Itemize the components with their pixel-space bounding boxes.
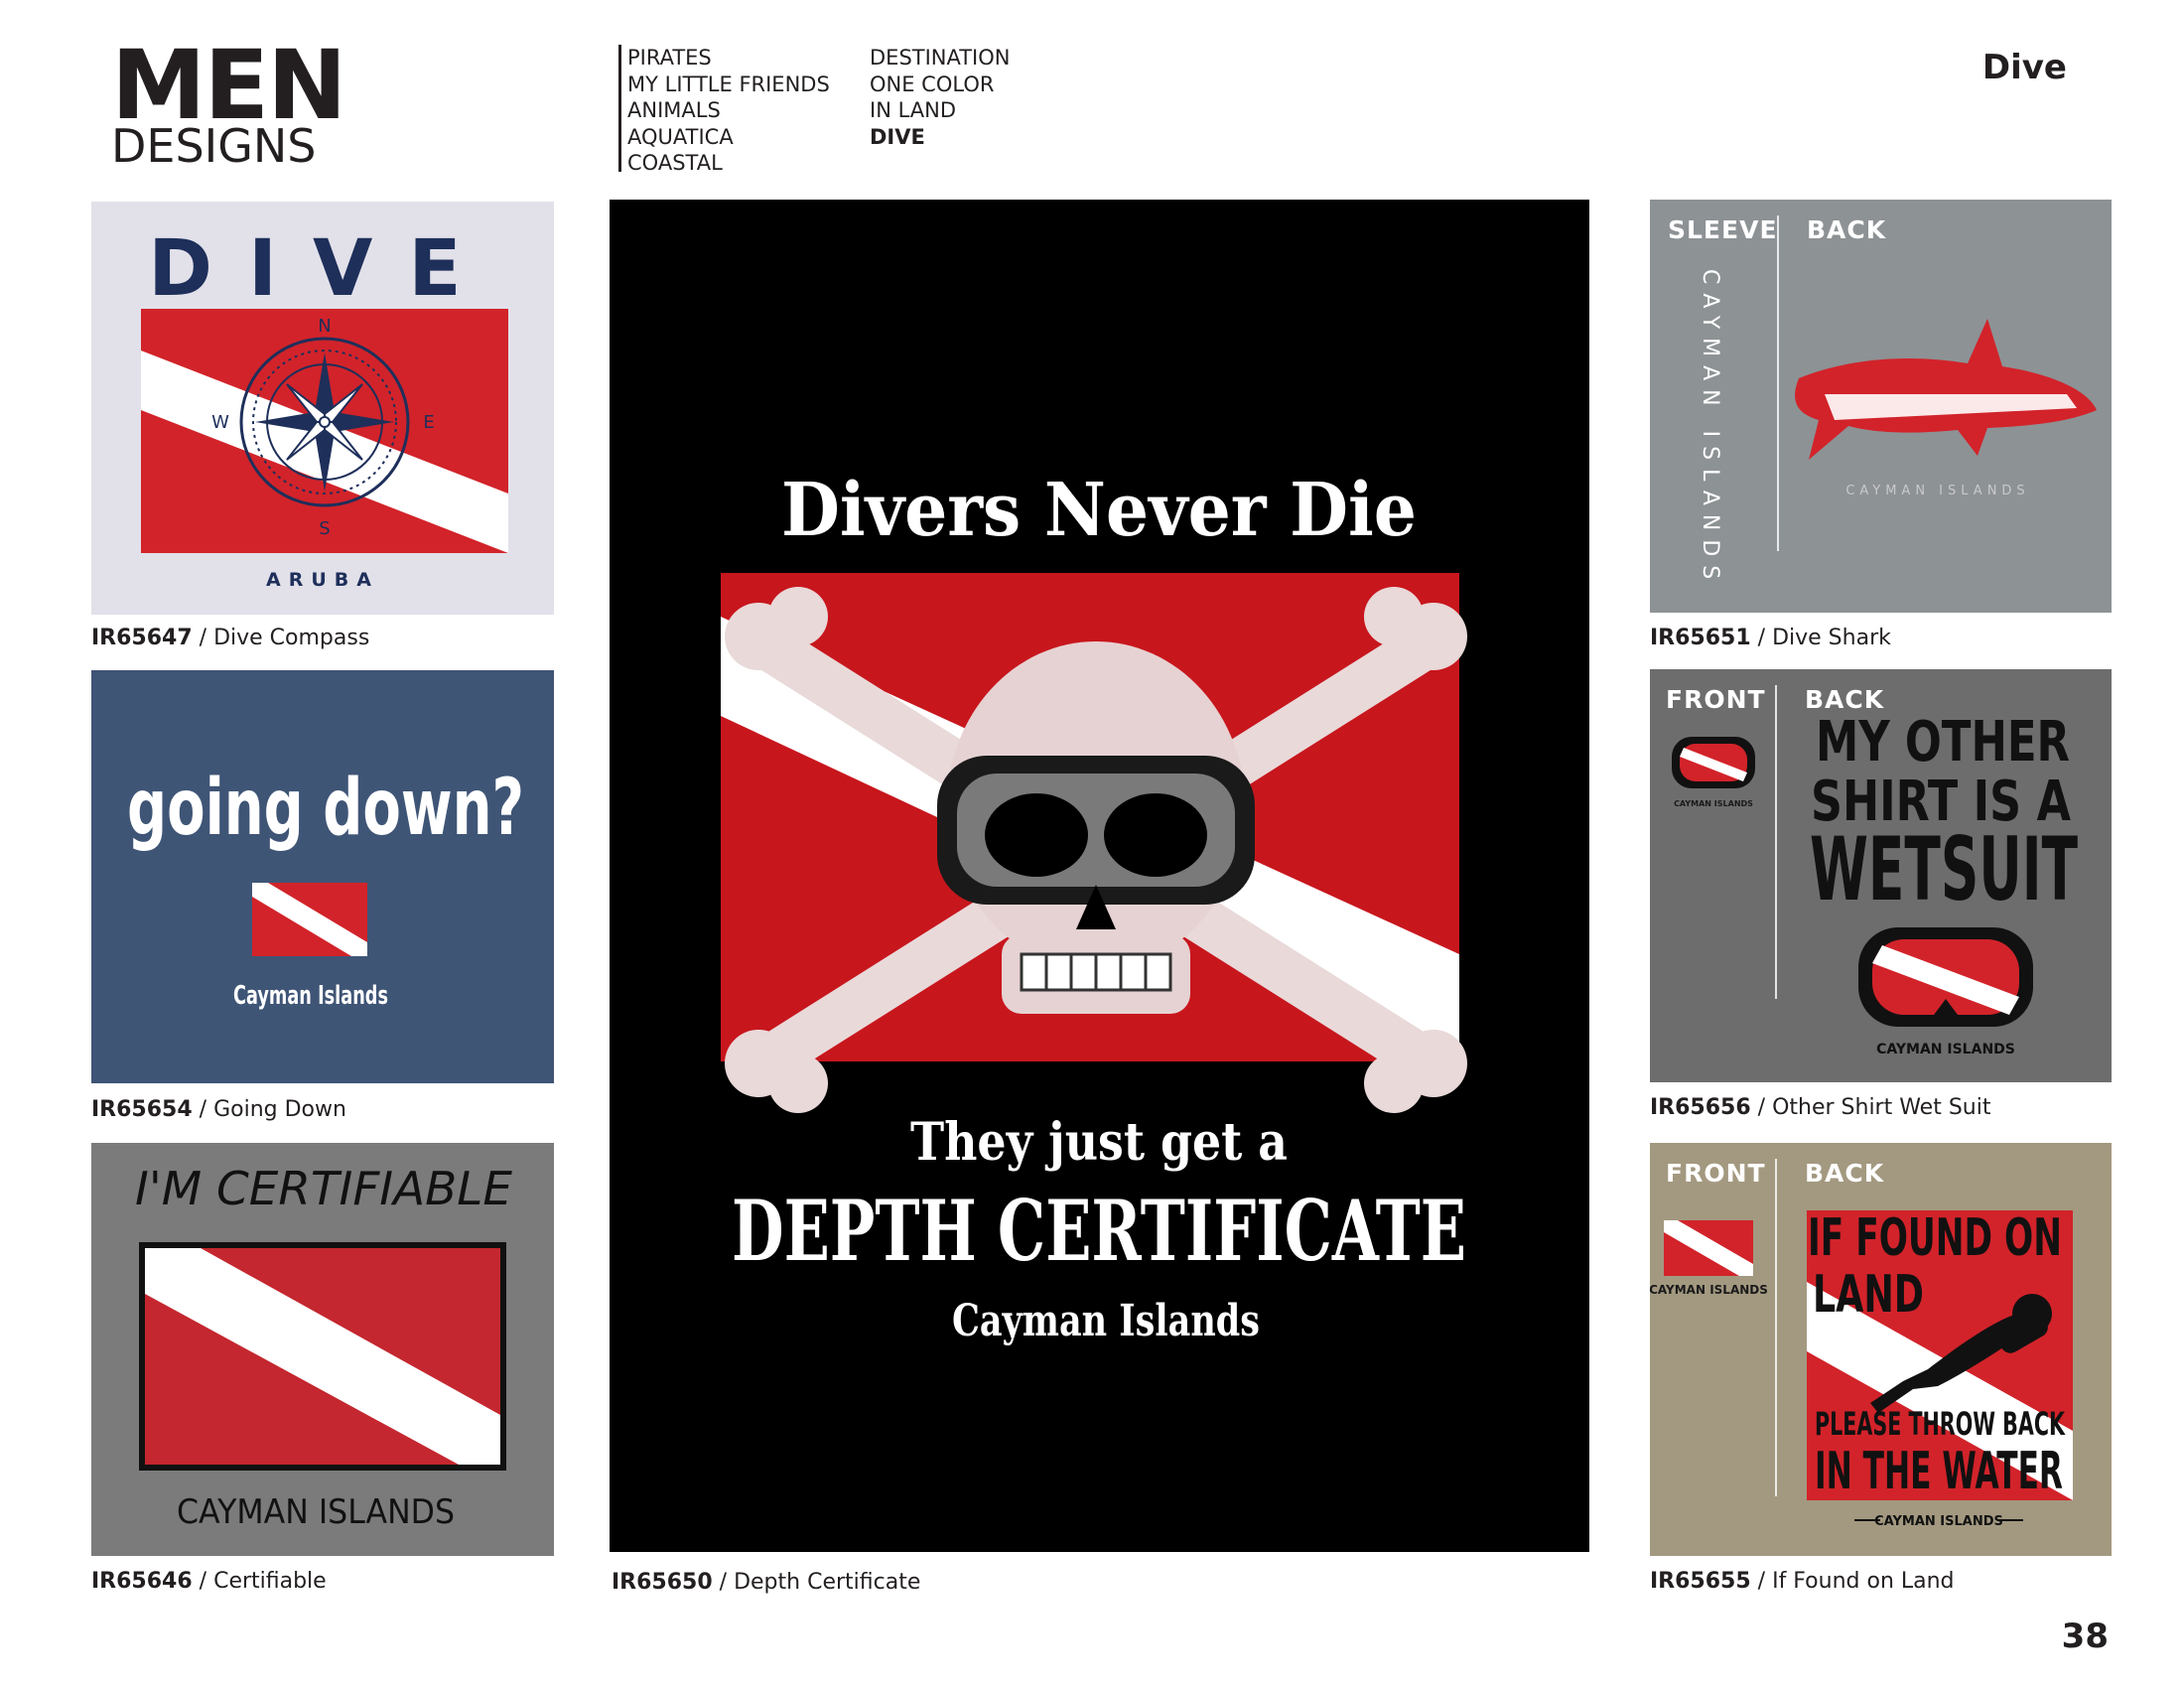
dive-compass-artwork: DIVE N S E W ARUBA — [141, 224, 508, 591]
compass-letter-e: E — [423, 412, 434, 433]
design-name: Dive Shark — [1772, 626, 1891, 650]
category-nav-column-2: DESTINATION ONE COLOR IN LAND DIVE — [870, 45, 1011, 150]
design-tile-certifiable[interactable]: I'M CERTIFIABLE CAYMAN ISLANDS — [91, 1143, 554, 1556]
design-name: If Found on Land — [1772, 1569, 1955, 1594]
nav-item-dive[interactable]: DIVE — [870, 124, 1011, 151]
design-tile-dive-shark[interactable]: SLEEVE BACK CAYMAN ISLANDS CAYMAN ISLAND… — [1650, 200, 2112, 613]
brand-subtitle: DESIGNS — [111, 119, 317, 173]
going-down-headline: going down? — [127, 764, 524, 853]
wetsuit-line1: MY OTHER — [1816, 710, 2070, 774]
depth-certificate-artwork: Divers Never Die They just get a DEPTH C… — [721, 468, 1467, 1346]
certifiable-location: CAYMAN ISLANDS — [177, 1492, 455, 1532]
depth-line2: They just get a — [910, 1112, 1288, 1173]
depth-line1: Divers Never Die — [781, 468, 1417, 553]
nav-item-animals[interactable]: ANIMALS — [627, 97, 830, 124]
nav-item-in-land[interactable]: IN LAND — [870, 97, 1011, 124]
wetsuit-line3: WETSUIT — [1810, 818, 2078, 920]
caption-going-down: IR65654 / Going Down — [91, 1097, 346, 1122]
front-text: CAYMAN ISLANDS — [1650, 1283, 1768, 1297]
design-code: IR65650 — [612, 1570, 713, 1595]
compass-letter-w: W — [211, 412, 229, 433]
compass-letter-n: N — [318, 316, 331, 337]
if-found-artwork: CAYMAN ISLANDS IF FOUND ON LAND PLEASE T… — [1650, 1208, 2073, 1529]
design-code: IR65646 — [91, 1569, 193, 1594]
nav-item-destination[interactable]: DESTINATION — [870, 45, 1011, 71]
caption-other-shirt-wet-suit: IR65656 / Other Shirt Wet Suit — [1650, 1095, 1991, 1120]
category-nav-column-1: PIRATES MY LITTLE FRIENDS ANIMALS AQUATI… — [618, 45, 830, 175]
depth-location: Cayman Islands — [952, 1296, 1260, 1346]
nav-item-aquatica[interactable]: AQUATICA — [627, 124, 830, 151]
compass-rose-icon — [239, 337, 410, 507]
design-code: IR65651 — [1650, 626, 1751, 650]
front-text: CAYMAN ISLANDS — [1674, 799, 1753, 808]
design-name: Certifiable — [213, 1569, 327, 1594]
dive-headline: DIVE — [148, 224, 496, 314]
wetsuit-artwork: CAYMAN ISLANDS MY OTHER SHIRT IS A WETSU… — [1672, 710, 2078, 1057]
design-name: Other Shirt Wet Suit — [1772, 1095, 1991, 1120]
found-line2: LAND — [1813, 1265, 1924, 1325]
caption-depth-certificate: IR65650 / Depth Certificate — [612, 1570, 921, 1595]
design-code: IR65647 — [91, 626, 193, 650]
nav-item-coastal[interactable]: COASTAL — [627, 150, 830, 177]
certifiable-headline: I'M CERTIFIABLE — [135, 1162, 512, 1215]
design-name: Going Down — [213, 1097, 346, 1122]
found-line3: PLEASE THROW BACK — [1815, 1405, 2066, 1443]
caption-if-found-on-land: IR65655 / If Found on Land — [1650, 1569, 1955, 1594]
design-code: IR65656 — [1650, 1095, 1751, 1120]
back-text: CAYMAN ISLANDS — [1845, 484, 2029, 498]
nav-item-one-color[interactable]: ONE COLOR — [870, 71, 1011, 98]
design-tile-other-shirt-wet-suit[interactable]: FRONT BACK CAYMAN ISLANDS MY OTHER SHIRT… — [1650, 669, 2112, 1082]
found-line1: IF FOUND ON — [1808, 1208, 2062, 1268]
dive-shark-artwork: CAYMAN ISLANDS CAYMAN ISLANDS — [1698, 269, 2097, 588]
page-number: 38 — [2061, 1617, 2109, 1656]
design-name: Depth Certificate — [734, 1570, 921, 1595]
wetsuit-location: CAYMAN ISLANDS — [1876, 1042, 2015, 1057]
dive-location: ARUBA — [266, 569, 379, 591]
shark-icon — [1795, 319, 2097, 460]
caption-dive-shark: IR65651 / Dive Shark — [1650, 626, 1891, 650]
found-line4: IN THE WATER — [1815, 1442, 2063, 1501]
caption-certifiable: IR65646 / Certifiable — [91, 1569, 327, 1594]
nav-item-my-little-friends[interactable]: MY LITTLE FRIENDS — [627, 71, 830, 98]
caption-dive-compass: IR65647 / Dive Compass — [91, 626, 370, 650]
dive-mask-icon — [1858, 927, 2033, 1027]
sleeve-text: CAYMAN ISLANDS — [1698, 269, 1722, 588]
certifiable-artwork: I'M CERTIFIABLE CAYMAN ISLANDS — [135, 1162, 512, 1532]
design-tile-depth-certificate[interactable]: Divers Never Die They just get a DEPTH C… — [610, 200, 1589, 1552]
design-tile-if-found-on-land[interactable]: FRONT BACK CAYMAN ISLANDS IF FOUND ON LA… — [1650, 1143, 2112, 1556]
going-down-location: Cayman Islands — [233, 981, 388, 1011]
design-tile-dive-compass[interactable]: DIVE N S E W ARUBA — [91, 202, 554, 615]
found-location: CAYMAN ISLANDS — [1874, 1514, 2003, 1529]
compass-letter-s: S — [319, 518, 330, 539]
depth-line3: DEPTH CERTIFICATE — [732, 1182, 1466, 1280]
front-mask-icon — [1672, 737, 1755, 788]
design-name: Dive Compass — [213, 626, 370, 650]
nav-item-pirates[interactable]: PIRATES — [627, 45, 830, 71]
section-title: Dive — [1981, 48, 2067, 87]
design-tile-going-down[interactable]: going down? Cayman Islands — [91, 670, 554, 1083]
design-code: IR65655 — [1650, 1569, 1751, 1594]
design-code: IR65654 — [91, 1097, 193, 1122]
going-down-artwork: going down? Cayman Islands — [127, 764, 524, 1011]
